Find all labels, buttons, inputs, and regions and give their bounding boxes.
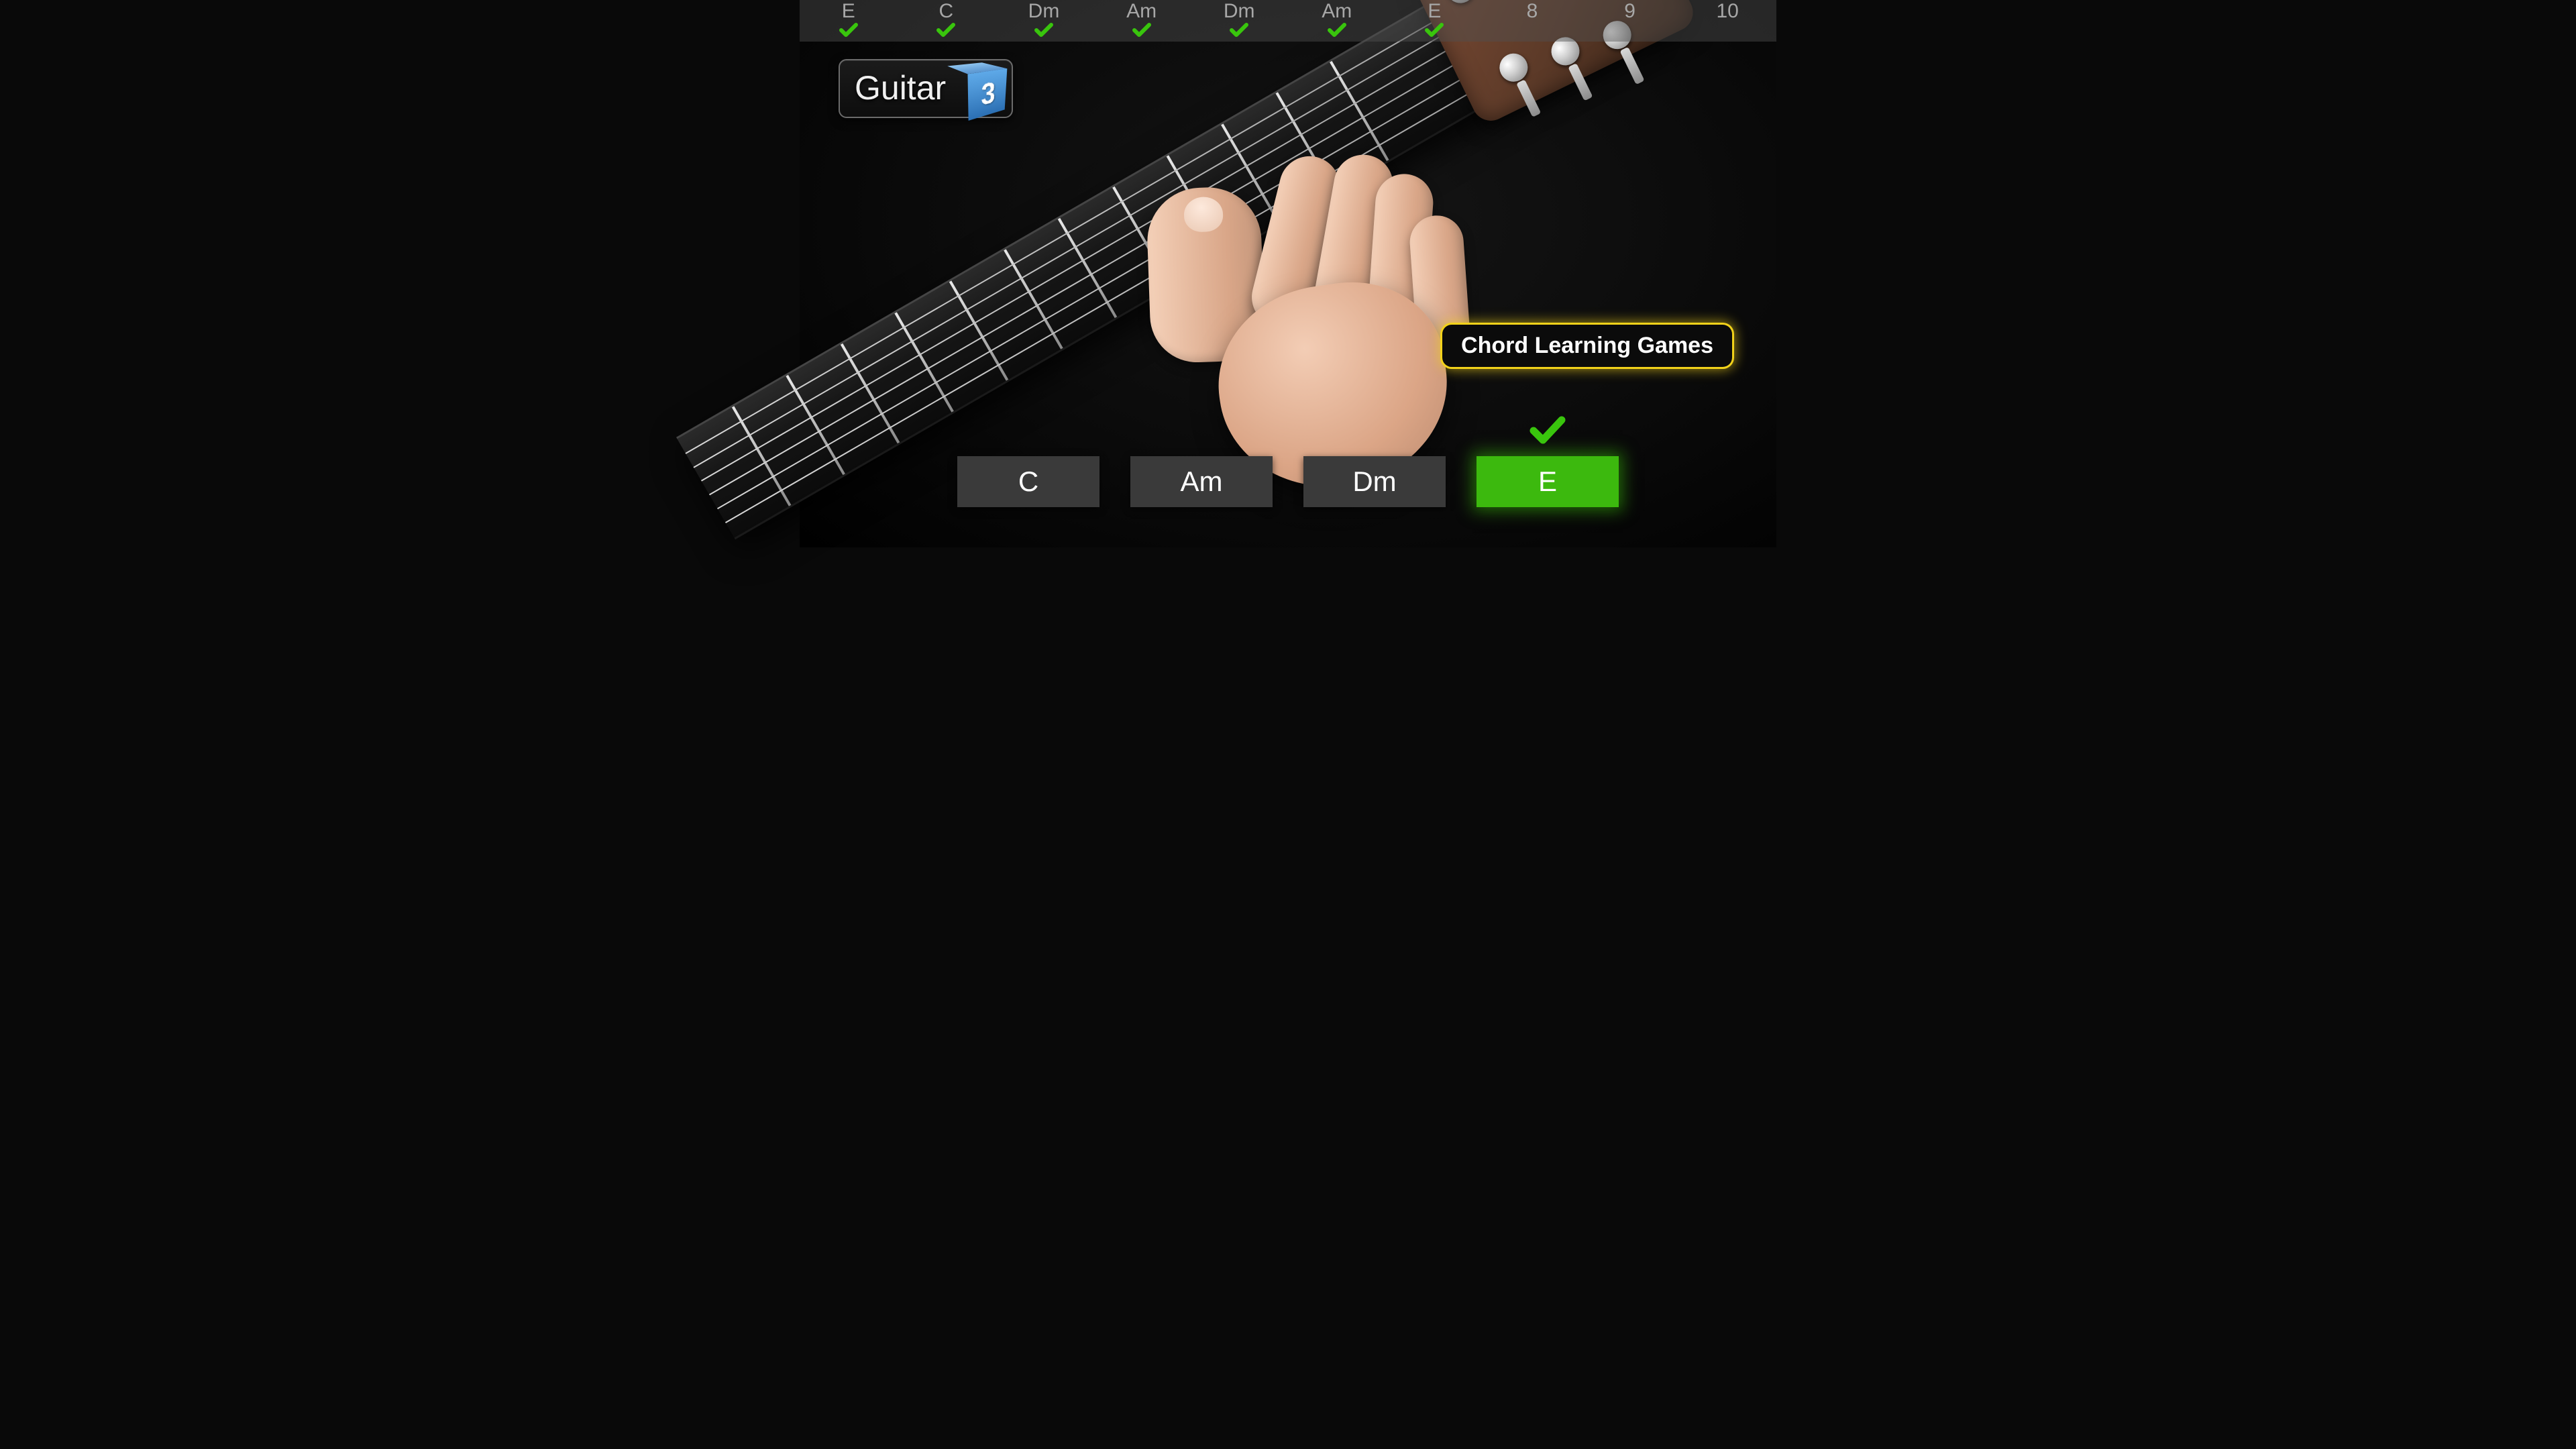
progress-slot[interactable]: 10	[1678, 0, 1776, 42]
progress-label: C	[939, 1, 954, 21]
progress-label: Am	[1322, 1, 1352, 21]
progress-slot[interactable]: 8	[1483, 0, 1581, 42]
logo-cube-icon	[955, 67, 997, 109]
progress-label: Dm	[1224, 1, 1255, 21]
answer-row: C Am Dm E	[800, 456, 1776, 507]
check-icon	[936, 23, 955, 38]
progress-label: 9	[1624, 1, 1635, 21]
answer-button-c[interactable]: C	[957, 456, 1099, 507]
progress-label: 10	[1716, 1, 1738, 21]
progress-bar: E C Dm Am Dm Am E 8 9	[800, 0, 1776, 42]
answer-button-e[interactable]: E	[1477, 456, 1619, 507]
progress-slot[interactable]: E	[800, 0, 898, 42]
progress-slot[interactable]: E	[1386, 0, 1484, 42]
progress-label: Dm	[1028, 1, 1060, 21]
check-icon	[1230, 23, 1248, 38]
progress-label: E	[1428, 1, 1441, 21]
check-icon	[1425, 23, 1444, 38]
answer-button-am[interactable]: Am	[1130, 456, 1273, 507]
logo-text: Guitar	[855, 71, 946, 105]
chord-learning-games-callout[interactable]: Chord Learning Games	[1442, 325, 1732, 367]
progress-label: 8	[1527, 1, 1538, 21]
app-stage: E C Dm Am Dm Am E 8 9	[800, 0, 1776, 547]
callout-text: Chord Learning Games	[1461, 333, 1713, 358]
check-icon	[1328, 23, 1346, 38]
check-icon	[1529, 416, 1566, 449]
progress-label: Am	[1126, 1, 1157, 21]
progress-slot[interactable]: 9	[1581, 0, 1679, 42]
check-icon	[1132, 23, 1151, 38]
app-logo[interactable]: Guitar	[839, 59, 1013, 118]
progress-slot[interactable]: Am	[1288, 0, 1386, 42]
progress-slot[interactable]: Dm	[995, 0, 1093, 42]
progress-label: E	[842, 1, 855, 21]
progress-slot[interactable]: Dm	[1190, 0, 1288, 42]
check-icon	[839, 23, 858, 38]
answer-button-dm[interactable]: Dm	[1303, 456, 1446, 507]
check-icon	[1034, 23, 1053, 38]
progress-slot[interactable]: Am	[1093, 0, 1191, 42]
progress-slot[interactable]: C	[898, 0, 996, 42]
